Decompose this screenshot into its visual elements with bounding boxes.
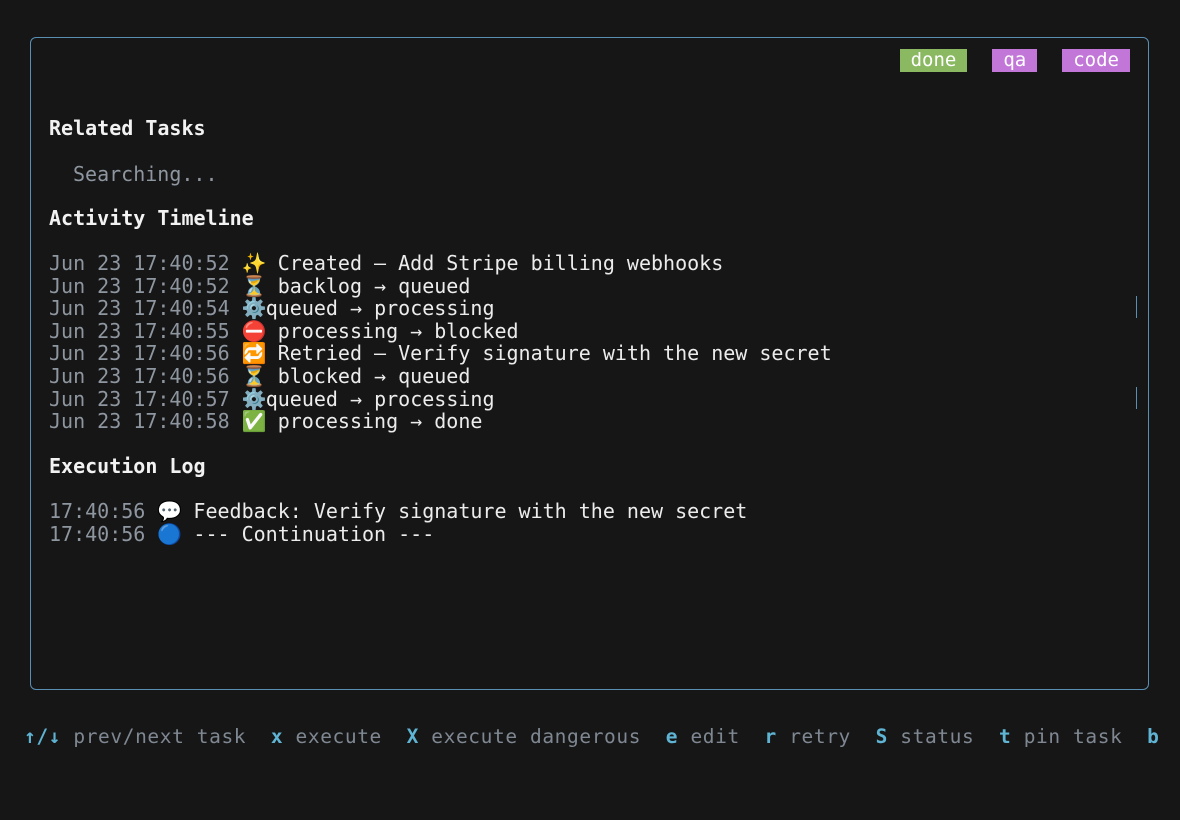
list-item: Jun 23 17:40:54 ⚙️ queued → processing xyxy=(49,297,832,320)
timestamp: Jun 23 17:40:58 xyxy=(49,409,230,434)
speech-bubble-icon: 💬 xyxy=(157,499,183,523)
entry-text: processing → done xyxy=(277,409,483,434)
activity-timeline: Jun 23 17:40:52 ✨ Created — Add Stripe b… xyxy=(49,252,832,433)
entry-text: queued → processing xyxy=(265,386,495,411)
list-item: 17:40:56 🔵 --- Continuation --- xyxy=(49,521,747,546)
timestamp: Jun 23 17:40:52 xyxy=(49,251,230,275)
shortcut-label: execute dangerous xyxy=(431,725,642,748)
shortcut-key[interactable]: S xyxy=(876,725,888,748)
scrollbar-tick[interactable] xyxy=(1136,387,1137,409)
tag-done[interactable]: done xyxy=(899,49,968,72)
shortcut-label: status xyxy=(900,725,975,748)
entry-text: backlog → queued xyxy=(277,273,471,298)
related-tasks-searching: Searching... xyxy=(73,162,218,186)
list-item: 17:40:56 💬 Feedback: Verify signature wi… xyxy=(49,500,747,523)
tag-qa[interactable]: qa xyxy=(992,49,1038,72)
timestamp: Jun 23 17:40:54 xyxy=(49,296,230,321)
hourglass-icon: ⏳ xyxy=(241,363,267,388)
shortcut-label: retry xyxy=(789,725,851,748)
shortcut-key[interactable]: x xyxy=(271,725,283,748)
entry-text: Created — Add Stripe billing webhooks xyxy=(277,251,724,275)
entry-text: --- Continuation --- xyxy=(193,521,435,546)
shortcut-label: prev/next task xyxy=(73,725,247,748)
shortcut-label: pin task xyxy=(1023,725,1123,748)
related-tasks-title: Related Tasks xyxy=(49,116,206,140)
scrollbar-tick[interactable] xyxy=(1136,296,1137,318)
sparkles-icon: ✨ xyxy=(241,251,267,275)
list-item: Jun 23 17:40:56 ⏳ blocked → queued xyxy=(49,365,832,388)
shortcut-key[interactable]: ↑/↓ xyxy=(24,725,61,748)
timestamp: Jun 23 17:40:57 xyxy=(49,386,230,411)
hourglass-icon: ⏳ xyxy=(241,273,267,298)
check-mark-icon: ✅ xyxy=(241,409,267,434)
timestamp: 17:40:56 xyxy=(49,499,146,523)
shortcut-label: execute xyxy=(295,725,382,748)
list-item: Jun 23 17:40:52 ⏳ backlog → queued xyxy=(49,273,832,298)
entry-text: Feedback: Verify signature with the new … xyxy=(193,499,748,523)
shortcut-key[interactable]: e xyxy=(666,725,678,748)
shortcut-key[interactable]: r xyxy=(765,725,777,748)
tag-list: done qa code xyxy=(899,49,1130,72)
shortcut-bar: ↑/↓ prev/next task x execute X execute d… xyxy=(24,725,1172,748)
timestamp: 17:40:56 xyxy=(49,521,146,546)
task-detail-panel: done qa code Related Tasks Searching... … xyxy=(30,37,1149,690)
entry-text: blocked → queued xyxy=(277,363,471,388)
entry-text: queued → processing xyxy=(265,296,495,321)
shortcut-key[interactable]: b xyxy=(1147,725,1159,748)
timestamp: Jun 23 17:40:52 xyxy=(49,273,230,298)
blue-circle-icon: 🔵 xyxy=(157,521,183,546)
timestamp: Jun 23 17:40:56 xyxy=(49,363,230,388)
list-item: Jun 23 17:40:57 ⚙️ queued → processing xyxy=(49,386,832,411)
entry-text: processing → blocked xyxy=(277,318,519,343)
list-item: Jun 23 17:40:55 ⛔ processing → blocked xyxy=(49,318,832,343)
no-entry-icon: ⛔ xyxy=(241,318,267,343)
list-item: Jun 23 17:40:58 ✅ processing → done xyxy=(49,410,832,433)
activity-timeline-title: Activity Timeline xyxy=(49,206,254,230)
shortcut-label: edit xyxy=(690,725,740,748)
entry-text: Retried — Verify signature with the new … xyxy=(277,341,832,366)
timestamp: Jun 23 17:40:56 xyxy=(49,341,230,366)
repeat-icon: 🔁 xyxy=(241,341,267,366)
execution-log: 17:40:56 💬 Feedback: Verify signature wi… xyxy=(49,500,747,545)
list-item: Jun 23 17:40:56 🔁 Retried — Verify signa… xyxy=(49,342,832,365)
list-item: Jun 23 17:40:52 ✨ Created — Add Stripe b… xyxy=(49,252,832,275)
shortcut-key[interactable]: X xyxy=(407,725,419,748)
execution-log-title: Execution Log xyxy=(49,454,206,478)
timestamp: Jun 23 17:40:55 xyxy=(49,318,230,343)
gear-icon: ⚙️ xyxy=(241,296,267,321)
shortcut-key[interactable]: t xyxy=(999,725,1011,748)
gear-icon: ⚙️ xyxy=(241,386,267,411)
tag-code[interactable]: code xyxy=(1062,49,1130,72)
